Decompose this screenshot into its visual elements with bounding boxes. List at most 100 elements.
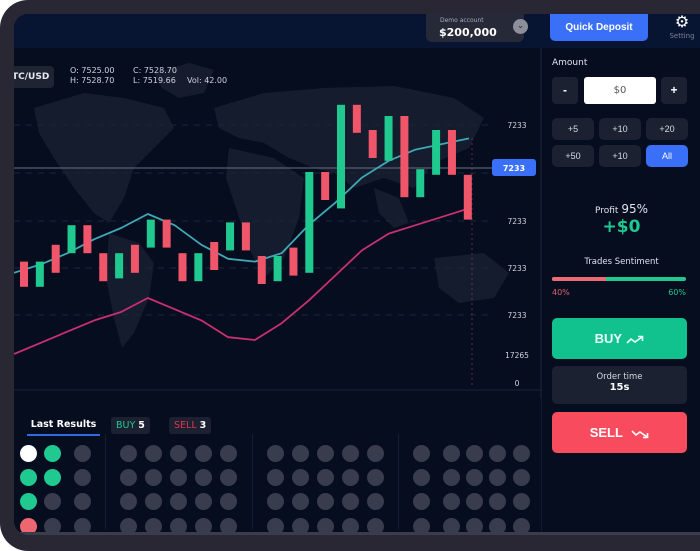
result-dot-empty [120, 445, 137, 462]
sentiment-bar [552, 277, 686, 281]
quick-amount-button[interactable]: +10 [599, 145, 641, 167]
quick-amount-button[interactable]: All [646, 145, 688, 167]
y-tick-label: 17265 [505, 351, 529, 360]
amount-label: Amount [552, 58, 588, 68]
candle-down [368, 130, 377, 158]
trend-down-icon [631, 429, 649, 438]
sentiment-sell-percent: 40% [552, 288, 570, 297]
buy-label: BUY [594, 331, 622, 346]
decrease-amount-button[interactable]: - [552, 77, 578, 104]
result-dot-empty [489, 493, 506, 510]
sentiment-label: Trades Sentiment [584, 257, 659, 267]
sell-button[interactable]: SELL [552, 412, 687, 453]
candle-down [463, 174, 472, 220]
increase-amount-button[interactable]: + [661, 77, 687, 104]
sell-count-badge: SELL 3 [169, 417, 212, 434]
candle-up [35, 261, 44, 287]
quick-amount-button[interactable]: +10 [599, 118, 641, 140]
account-balance: $200,000 [439, 26, 497, 39]
candle-down [257, 256, 266, 284]
result-dot-green [44, 469, 61, 486]
result-dot-empty [292, 469, 309, 486]
group-divider [252, 434, 253, 529]
profit-label: Profit [594, 206, 619, 216]
settings-button[interactable]: ⚙ Setting [664, 14, 700, 40]
profit-percent: 95% [621, 202, 649, 216]
candle-down [51, 244, 60, 273]
profit-value: +$0 [602, 217, 641, 237]
buy-count-badge: BUY 5 [111, 417, 150, 434]
result-dot-empty [342, 445, 359, 462]
result-dot-empty [74, 493, 91, 510]
result-dot-empty [120, 469, 137, 486]
result-dot-empty [317, 493, 334, 510]
order-time-selector[interactable]: Order time 15s [552, 366, 687, 404]
result-dot-empty [195, 493, 212, 510]
y-tick-label: 7233 [507, 311, 526, 320]
screen-bottom-edge [14, 532, 700, 535]
candle-down [447, 130, 456, 175]
buy-count-label: BUY [116, 420, 136, 431]
buy-button[interactable]: BUY [552, 318, 687, 359]
result-dot-green [20, 469, 37, 486]
price-chart[interactable]: 7233723372337233723317265005:6006:0006:0… [14, 48, 541, 398]
result-dot-green [44, 445, 61, 462]
candle-down [352, 104, 361, 133]
candlestick-chart: 7233723372337233723317265005:6006:0006:0… [14, 63, 541, 391]
order-time-value: 15s [609, 382, 630, 393]
candle-down [321, 172, 330, 200]
result-dot-empty [489, 469, 506, 486]
world-map-background [34, 63, 509, 348]
group-divider [105, 434, 106, 529]
result-dot-empty [145, 469, 162, 486]
quick-amount-button[interactable]: +50 [552, 145, 594, 167]
quick-amount-button[interactable]: +20 [646, 118, 688, 140]
last-results-panel: Last Results BUY 5 SELL 3 [14, 398, 541, 535]
account-type-label: Demo account [440, 17, 484, 24]
symbol-selector[interactable]: TC/USD [14, 66, 54, 88]
result-dot-empty [466, 493, 483, 510]
candle-up [305, 172, 314, 273]
candle-down [241, 222, 250, 251]
candle-down [20, 261, 28, 287]
candle-down [210, 242, 219, 270]
high-value: H: 7528.70 [70, 76, 115, 85]
y-tick-label: 0 [515, 379, 520, 388]
result-dot-empty [443, 469, 460, 486]
candle-up [115, 253, 124, 279]
candle-up [67, 225, 76, 254]
quick-deposit-button[interactable]: Quick Deposit [550, 14, 648, 41]
trend-up-icon [626, 335, 644, 344]
result-dot-empty [292, 445, 309, 462]
result-dot-empty [413, 493, 430, 510]
tab-last-results[interactable]: Last Results [27, 419, 100, 436]
result-dot-empty [443, 445, 460, 462]
result-dot-empty [267, 445, 284, 462]
result-dot-empty [342, 469, 359, 486]
sentiment-buy-percent: 60% [668, 288, 686, 297]
account-selector[interactable]: Demo account $200,000 ⌄ [426, 14, 528, 42]
result-dot-empty [413, 445, 430, 462]
quick-amount-button[interactable]: +5 [552, 118, 594, 140]
result-dot-empty [367, 469, 384, 486]
result-dot-white [20, 445, 37, 462]
result-dot-empty [120, 493, 137, 510]
gear-icon: ⚙ [674, 14, 690, 31]
result-dot-empty [489, 445, 506, 462]
amount-input[interactable] [584, 77, 656, 104]
result-dot-empty [513, 469, 530, 486]
candle-up [337, 104, 345, 209]
candle-down [130, 244, 139, 273]
candle-up [194, 253, 203, 282]
result-dot-empty [220, 445, 237, 462]
result-dot-empty [170, 469, 187, 486]
chevron-down-icon[interactable]: ⌄ [513, 19, 528, 34]
result-dot-empty [267, 493, 284, 510]
trade-panel: Amount - + +5+10+20+50+10All Profit 95% … [541, 48, 700, 535]
low-value: L: 7519.66 [133, 76, 176, 85]
candle-up [226, 222, 235, 251]
trading-screen: Demo account $200,000 ⌄ Quick Deposit ⚙ … [14, 14, 700, 535]
result-dot-empty [413, 469, 430, 486]
close-value: C: 7528.70 [133, 66, 177, 75]
sell-count-label: SELL [174, 420, 197, 431]
